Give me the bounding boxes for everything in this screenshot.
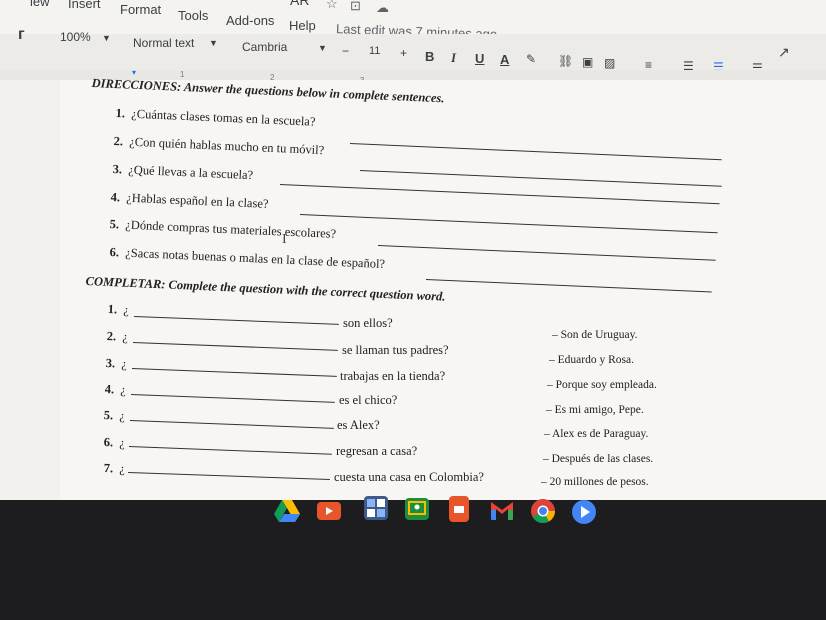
google-drive-icon[interactable] [274, 500, 300, 522]
taskbar [0, 496, 826, 620]
gmail-icon[interactable] [489, 500, 515, 520]
font-select[interactable]: Cambria [242, 40, 287, 54]
play-store-icon[interactable] [572, 500, 596, 524]
item-number: 1. [115, 106, 126, 121]
list-item: 3. ¿ [105, 356, 127, 372]
item-number: 4. [110, 190, 121, 205]
cloud-status-icon[interactable]: ☁ [376, 0, 389, 16]
menu-help[interactable]: Help [289, 18, 316, 33]
answer-text: – Son de Uruguay. [552, 329, 638, 341]
chevron-down-icon: ▼ [102, 33, 111, 43]
menu-format[interactable]: Format [120, 2, 161, 17]
answer-text: – Porque soy empleada. [547, 379, 657, 391]
zoom-select[interactable]: 100% [60, 30, 91, 44]
bold-button[interactable]: B [425, 48, 434, 66]
item-number: 3. [112, 162, 123, 177]
calculator-icon[interactable] [364, 496, 388, 520]
menu-tools[interactable]: Tools [178, 8, 208, 23]
screen: iew Insert Format Tools Add-ons Help Las… [0, 0, 826, 500]
item-number: 7. [103, 461, 114, 476]
answer-text: – Después de las clases. [543, 453, 654, 465]
list-item: 6. ¿ [103, 435, 125, 451]
italic-button[interactable]: I [451, 49, 456, 67]
menu-view[interactable]: iew [30, 0, 50, 9]
link-icon[interactable]: ⛓ [558, 54, 573, 68]
item-number: 6. [103, 435, 114, 450]
question-text: es el chico? [339, 393, 398, 407]
slides-icon[interactable] [449, 496, 469, 522]
list-item: 7. ¿ [103, 461, 126, 477]
text-cursor-icon: I [282, 232, 287, 247]
answer-text: – Eduardo y Rosa. [549, 354, 634, 366]
list-item: 4. ¿ [104, 382, 126, 398]
question-text: trabajas en la tienda? [340, 369, 446, 383]
chevron-down-icon: ▼ [209, 38, 218, 48]
question-open: ¿ [123, 302, 130, 317]
answer-text: – Alex es de Paraguay. [544, 428, 649, 440]
question-text: cuesta una casa en Colombia? [334, 470, 484, 484]
question-text: regresan a casa? [336, 444, 418, 458]
style-select[interactable]: Normal text [133, 36, 194, 50]
image-icon[interactable]: ▨ [604, 56, 615, 70]
trend-icon[interactable]: ↗ [778, 44, 790, 61]
answer-text: – Es mi amigo, Pepe. [546, 404, 644, 416]
item-number: 1. [107, 302, 118, 317]
chevron-down-icon: ▼ [318, 43, 327, 53]
question-open: ¿ [119, 461, 126, 476]
star-icon[interactable]: ☆ [326, 0, 338, 12]
question-open: ¿ [120, 382, 127, 397]
item-number: 3. [105, 356, 116, 371]
underline-button[interactable]: U [475, 50, 484, 68]
menu-insert[interactable]: Insert [68, 0, 101, 11]
list-item: 1. ¿ [107, 302, 129, 318]
classroom-icon[interactable] [405, 498, 429, 520]
list-item: 5. ¿ [103, 408, 125, 424]
question-text: es Alex? [337, 418, 380, 432]
question-text: son ellos? [343, 316, 393, 330]
paint-format-icon[interactable]: ᴦ [18, 26, 25, 44]
comment-icon[interactable]: ▣ [582, 55, 593, 69]
decrease-size-button[interactable]: − [342, 44, 349, 58]
question-text: se llaman tus padres? [342, 343, 449, 357]
item-number: 5. [109, 217, 120, 232]
font-size-input[interactable]: 11 [369, 45, 380, 57]
menu-addons[interactable]: Add-ons [226, 13, 274, 28]
item-number: 4. [104, 382, 115, 397]
move-icon[interactable]: ⊡ [350, 0, 361, 14]
doc-title[interactable]: AR [290, 0, 309, 8]
toolbar: ᴦ 100% ▼ Normal text ▼ Cambria ▼ − 11 + … [0, 26, 826, 76]
youtube-icon[interactable] [317, 502, 341, 520]
chrome-icon[interactable] [530, 498, 556, 524]
item-number: 6. [109, 245, 120, 260]
increase-size-button[interactable]: + [400, 46, 407, 60]
question-open: ¿ [119, 435, 126, 450]
question-open: ¿ [119, 408, 126, 423]
item-number: 2. [106, 329, 117, 344]
ruler-mark: 1 [180, 70, 185, 79]
list-item: 2. ¿ [106, 329, 128, 345]
indent-marker-icon[interactable]: ▾ [132, 68, 136, 77]
item-number: 5. [103, 408, 114, 423]
highlight-icon[interactable]: ✎ [526, 52, 536, 66]
answer-text: – 20 millones de pesos. [541, 476, 649, 488]
item-number: 2. [113, 134, 124, 149]
question-open: ¿ [122, 329, 129, 344]
menu-bar: iew Insert Format Tools Add-ons Help Las… [0, 0, 826, 42]
question-open: ¿ [121, 356, 128, 371]
text-color-button[interactable]: A [500, 51, 509, 69]
